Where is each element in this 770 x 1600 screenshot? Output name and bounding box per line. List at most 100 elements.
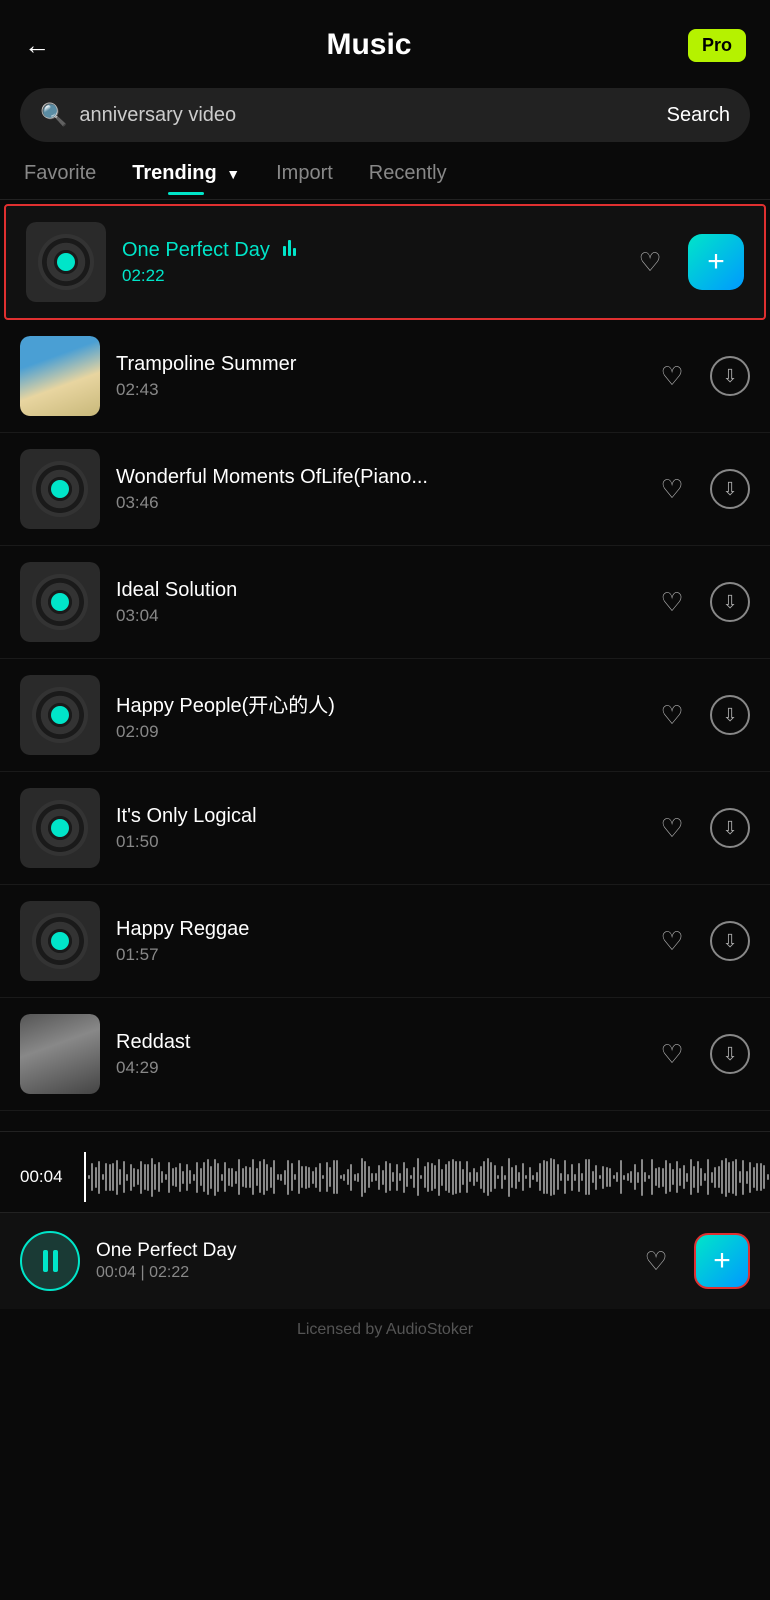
wf-bar	[438, 1159, 440, 1196]
download-button[interactable]: ⇩	[710, 695, 750, 735]
track-item[interactable]: One Perfect Day 02:22 ♡ +	[4, 204, 766, 320]
wf-bar	[697, 1161, 699, 1193]
download-button[interactable]: ⇩	[710, 582, 750, 622]
download-button[interactable]: ⇩	[710, 356, 750, 396]
track-item[interactable]: Happy Reggae 01:57 ♡ ⇩	[0, 885, 770, 998]
wf-bar	[616, 1172, 618, 1182]
chevron-down-icon: ▼	[226, 166, 240, 182]
wf-bar	[574, 1174, 576, 1181]
tab-trending[interactable]: Trending ▼	[132, 162, 240, 195]
track-name: Trampoline Summer	[116, 353, 634, 376]
wf-bar	[648, 1175, 650, 1179]
wf-bar	[532, 1175, 534, 1180]
wf-bar	[480, 1166, 482, 1189]
wf-bar	[725, 1158, 727, 1197]
wf-bar	[368, 1166, 370, 1188]
tab-import[interactable]: Import	[276, 162, 333, 195]
back-button[interactable]: ←	[24, 30, 50, 61]
wf-bar	[277, 1174, 279, 1180]
wf-bar	[224, 1162, 226, 1192]
track-thumbnail	[20, 1014, 100, 1094]
favorite-button[interactable]: ♡	[650, 806, 694, 850]
wf-bar	[700, 1168, 702, 1186]
favorite-button[interactable]: ♡	[650, 580, 694, 624]
wf-bar	[102, 1174, 104, 1180]
tab-recently[interactable]: Recently	[369, 162, 447, 195]
wf-bar	[161, 1171, 163, 1183]
wf-bar	[154, 1164, 156, 1190]
wf-bar	[581, 1173, 583, 1181]
wf-bar	[242, 1168, 244, 1187]
download-button[interactable]: ⇩	[710, 808, 750, 848]
download-button[interactable]: ⇩	[710, 469, 750, 509]
wf-bar	[123, 1161, 125, 1193]
wf-bar	[133, 1168, 135, 1187]
now-playing-bar: One Perfect Day 00:04 | 02:22 ♡ +	[0, 1212, 770, 1309]
wf-bar	[550, 1158, 552, 1196]
wf-bar	[200, 1168, 202, 1186]
wf-bar	[130, 1164, 132, 1191]
track-duration: 01:50	[116, 832, 634, 852]
search-icon: 🔍	[40, 102, 67, 128]
play-pause-button[interactable]	[20, 1231, 80, 1291]
wf-bar	[529, 1167, 531, 1188]
favorite-button[interactable]: ♡	[650, 1032, 694, 1076]
wf-bar	[238, 1159, 240, 1195]
wf-bar	[546, 1161, 548, 1194]
favorite-button[interactable]: ♡	[650, 693, 694, 737]
track-thumbnail	[20, 336, 100, 416]
wf-bar	[424, 1166, 426, 1188]
waveform-container[interactable]	[84, 1152, 770, 1202]
wf-bar	[340, 1175, 342, 1179]
wf-bar	[445, 1164, 447, 1191]
wf-bar	[158, 1162, 160, 1192]
download-button[interactable]: ⇩	[710, 1034, 750, 1074]
wf-bar	[203, 1162, 205, 1192]
pro-badge[interactable]: Pro	[688, 29, 746, 62]
track-item[interactable]: Wonderful Moments OfLife(Piano... 03:46 …	[0, 433, 770, 546]
track-info: One Perfect Day 02:22	[122, 238, 612, 286]
wf-bar	[767, 1174, 769, 1180]
search-button[interactable]: Search	[667, 104, 730, 127]
favorite-button[interactable]: ♡	[650, 354, 694, 398]
wf-bar	[627, 1173, 629, 1181]
wf-bar	[249, 1167, 251, 1188]
track-name: One Perfect Day	[122, 238, 612, 262]
wf-bar	[319, 1163, 321, 1192]
wf-bar	[441, 1169, 443, 1186]
track-name: Wonderful Moments OfLife(Piano...	[116, 466, 634, 489]
download-button[interactable]: ⇩	[710, 921, 750, 961]
wf-bar	[557, 1164, 559, 1190]
favorite-button[interactable]: ♡	[650, 919, 694, 963]
track-item[interactable]: Ideal Solution 03:04 ♡ ⇩	[0, 546, 770, 659]
track-item[interactable]: Happy People(开心的人) 02:09 ♡ ⇩	[0, 659, 770, 772]
wf-bar	[252, 1159, 254, 1195]
wf-bar	[518, 1172, 520, 1182]
wf-bar	[693, 1166, 695, 1188]
track-name: Ideal Solution	[116, 579, 634, 602]
wf-bar	[235, 1171, 237, 1184]
wf-bar	[564, 1160, 566, 1194]
track-item[interactable]: Trampoline Summer 02:43 ♡ ⇩	[0, 320, 770, 433]
wf-bar	[126, 1174, 128, 1181]
favorite-button[interactable]: ♡	[650, 467, 694, 511]
timeline-row[interactable]: 00:04	[0, 1152, 770, 1202]
wf-bar	[231, 1168, 233, 1187]
track-item[interactable]: It's Only Logical 01:50 ♡ ⇩	[0, 772, 770, 885]
track-duration: 02:22	[122, 266, 612, 286]
wf-bar	[399, 1173, 401, 1181]
tab-favorite[interactable]: Favorite	[24, 162, 96, 195]
wf-bar	[259, 1161, 261, 1193]
wf-bar	[354, 1174, 356, 1181]
now-playing-add-button[interactable]: +	[694, 1233, 750, 1289]
add-track-button[interactable]: +	[688, 234, 744, 290]
favorite-button[interactable]: ♡	[628, 240, 672, 284]
wf-bar	[578, 1163, 580, 1192]
wf-bar	[165, 1174, 167, 1180]
wf-bar	[406, 1168, 408, 1187]
search-input[interactable]: anniversary video	[79, 104, 666, 127]
now-playing-favorite-button[interactable]: ♡	[634, 1239, 678, 1283]
wf-bar	[686, 1173, 688, 1182]
track-item[interactable]: Reddast 04:29 ♡ ⇩	[0, 998, 770, 1111]
wf-bar	[417, 1158, 419, 1196]
